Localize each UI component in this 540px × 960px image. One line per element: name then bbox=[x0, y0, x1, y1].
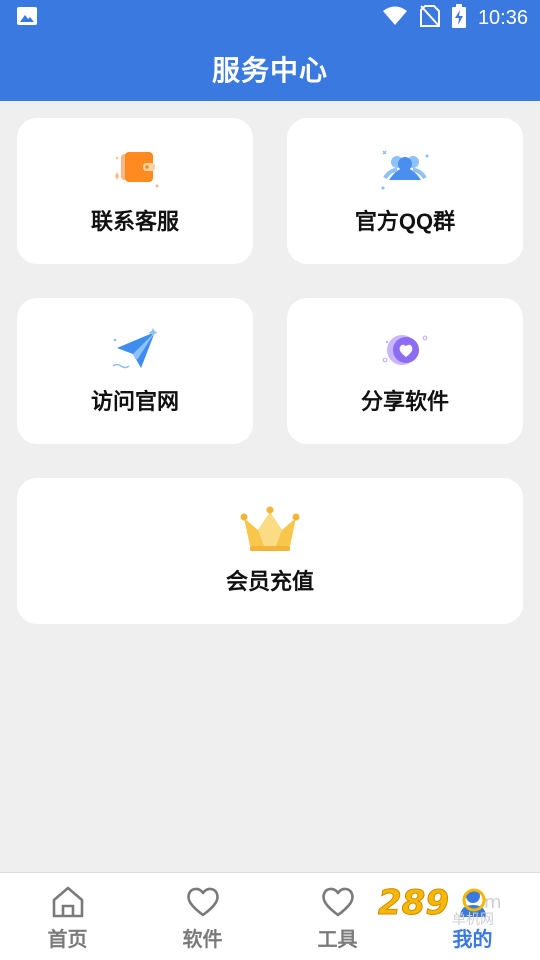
heart-icon bbox=[186, 887, 219, 917]
nav-label: 首页 bbox=[47, 927, 88, 951]
battery-charging-icon bbox=[451, 4, 466, 32]
nav-item-software[interactable]: 软件 bbox=[153, 885, 253, 952]
paper-plane-icon bbox=[107, 326, 163, 374]
nav-label: 工具 bbox=[317, 927, 358, 951]
card-label: 会员充值 bbox=[225, 569, 314, 594]
status-time: 10:36 bbox=[477, 6, 528, 29]
card-label: 联系客服 bbox=[90, 209, 179, 234]
contact-support-card[interactable]: 联系客服 bbox=[17, 118, 253, 264]
share-app-card[interactable]: 分享软件 bbox=[287, 298, 523, 444]
app-bar: 服务中心 bbox=[0, 36, 540, 101]
crown-icon bbox=[238, 504, 302, 554]
wifi-icon bbox=[382, 6, 408, 30]
card-label: 访问官网 bbox=[90, 389, 179, 414]
nav-item-home[interactable]: 首页 bbox=[18, 885, 118, 952]
page-title: 服务中心 bbox=[211, 53, 328, 87]
image-icon bbox=[16, 6, 38, 30]
nav-item-mine[interactable]: 我的 bbox=[423, 885, 523, 952]
status-bar: 10:36 bbox=[0, 0, 540, 36]
no-sim-icon bbox=[419, 5, 440, 31]
nav-label: 软件 bbox=[182, 927, 223, 951]
card-label: 分享软件 bbox=[360, 389, 449, 414]
membership-recharge-card[interactable]: 会员充值 bbox=[17, 478, 523, 624]
visit-website-card[interactable]: 访问官网 bbox=[17, 298, 253, 444]
official-qq-group-card[interactable]: 官方QQ群 bbox=[287, 118, 523, 264]
heart-share-icon bbox=[377, 326, 433, 374]
wallet-icon bbox=[107, 146, 163, 194]
heart-icon bbox=[321, 887, 354, 917]
home-icon bbox=[52, 886, 83, 918]
group-icon bbox=[377, 146, 433, 194]
user-icon bbox=[459, 889, 486, 917]
bottom-nav: 首页 软件 工具 我的 bbox=[0, 872, 540, 960]
nav-item-tools[interactable]: 工具 bbox=[288, 885, 388, 952]
card-label: 官方QQ群 bbox=[354, 209, 456, 234]
nav-label: 我的 bbox=[452, 927, 493, 951]
